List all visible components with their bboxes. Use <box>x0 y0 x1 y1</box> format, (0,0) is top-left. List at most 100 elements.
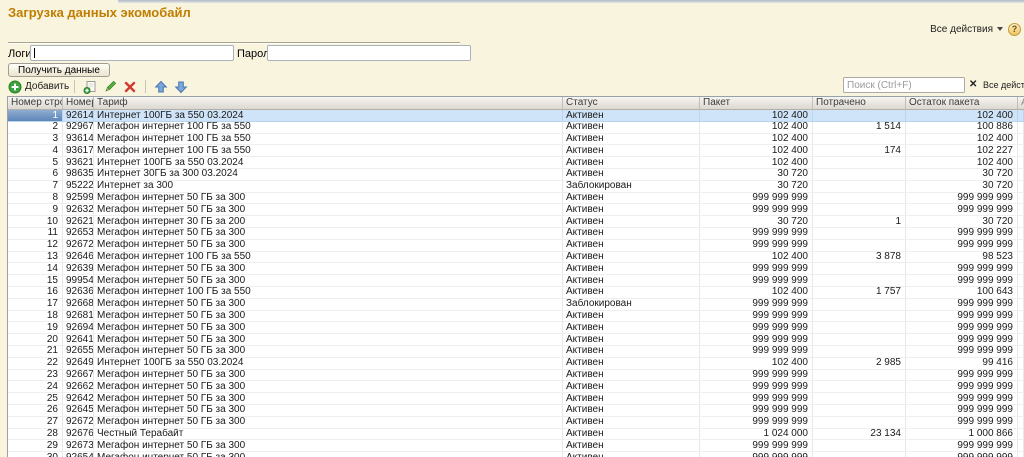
table-cell[interactable]: 999 999 999 <box>906 298 1018 310</box>
edit-pencil-icon[interactable] <box>103 80 117 94</box>
table-cell[interactable]: 999 999 999 <box>906 381 1018 393</box>
table-cell[interactable]: 102 400 <box>700 133 813 145</box>
table-cell[interactable]: Активен <box>563 110 700 121</box>
table-cell[interactable]: 30 720 <box>906 168 1018 180</box>
table-cell[interactable]: 100 886 <box>906 121 1018 133</box>
table-cell[interactable]: 10 <box>8 216 63 227</box>
table-cell[interactable]: Мегафон интернет 50 ГБ за 300 <box>94 404 563 416</box>
table-cell[interactable]: 92614.. <box>63 110 94 121</box>
table-cell[interactable]: 25 <box>8 393 63 404</box>
table-cell[interactable]: 8 <box>8 192 63 204</box>
table-cell[interactable]: 999 999 999 <box>700 239 813 251</box>
table-cell[interactable]: 30 720 <box>906 216 1018 227</box>
header-cell[interactable]: Номер строки <box>8 97 63 109</box>
table-cell[interactable]: 92653.. <box>63 227 94 239</box>
table-cell[interactable]: 999 999 999 <box>700 298 813 310</box>
table-cell[interactable]: 92654.. <box>63 452 94 457</box>
table-cell[interactable]: 999 999 999 <box>906 452 1018 457</box>
table-cell[interactable]: Активен <box>563 204 700 216</box>
table-cell[interactable]: Активен <box>563 145 700 157</box>
table-cell[interactable]: 999 999 999 <box>906 239 1018 251</box>
table-cell[interactable]: Мегафон интернет 100 ГБ за 550 <box>94 251 563 263</box>
login-input[interactable] <box>30 45 234 61</box>
table-cell[interactable]: 6 <box>8 168 63 180</box>
table-cell[interactable]: 999 999 999 <box>700 310 813 322</box>
table-cell[interactable]: 1 024 000 <box>700 428 813 440</box>
table-cell[interactable]: 21 <box>8 345 63 357</box>
table-cell[interactable] <box>813 404 906 416</box>
table-cell[interactable]: 999 999 999 <box>700 322 813 334</box>
table-cell[interactable]: 999 999 999 <box>700 204 813 216</box>
header-cell[interactable]: Номер.. <box>63 97 94 109</box>
table-row[interactable]: 2692645..Мегафон интернет 50 ГБ за 300Ак… <box>8 404 1024 417</box>
table-cell[interactable]: Мегафон интернет 100 ГБ за 550 <box>94 133 563 145</box>
table-cell[interactable]: 999 999 999 <box>906 440 1018 452</box>
table-cell[interactable]: 5 <box>8 157 63 168</box>
table-row[interactable]: 795222..Интернет за 300Заблокирован30 72… <box>8 180 1024 193</box>
table-cell[interactable]: Активен <box>563 440 700 452</box>
table-cell[interactable]: Активен <box>563 357 700 369</box>
table-all-actions-button[interactable]: Все действия <box>983 80 1024 90</box>
table-cell[interactable] <box>813 369 906 381</box>
table-cell[interactable]: Активен <box>563 168 700 180</box>
table-cell[interactable]: 999 999 999 <box>906 369 1018 381</box>
table-cell[interactable]: 1 514 <box>813 121 906 133</box>
table-cell[interactable]: Активен <box>563 334 700 345</box>
table-cell[interactable] <box>813 263 906 275</box>
table-cell[interactable]: 92681.. <box>63 310 94 322</box>
table-cell[interactable]: Активен <box>563 216 700 227</box>
table-cell[interactable]: 999 999 999 <box>700 192 813 204</box>
table-cell[interactable]: 92655.. <box>63 345 94 357</box>
copy-row-icon[interactable] <box>83 80 97 94</box>
table-row[interactable]: 1599954..Мегафон интернет 50 ГБ за 300Ак… <box>8 275 1024 287</box>
table-cell[interactable]: 999 999 999 <box>906 275 1018 286</box>
table-cell[interactable] <box>813 239 906 251</box>
table-cell[interactable]: 102 400 <box>700 286 813 298</box>
table-cell[interactable] <box>813 157 906 168</box>
table-cell[interactable]: 2 <box>8 121 63 133</box>
table-cell[interactable]: 999 999 999 <box>700 416 813 428</box>
move-down-icon[interactable] <box>174 80 188 94</box>
header-cell[interactable]: Потрачено <box>813 97 906 109</box>
table-cell[interactable] <box>813 322 906 334</box>
table-cell[interactable]: 98 523 <box>906 251 1018 263</box>
table-row[interactable]: 393614..Мегафон интернет 100 ГБ за 550Ак… <box>8 133 1024 146</box>
table-cell[interactable] <box>813 110 906 121</box>
table-row[interactable]: 1092621..Мегафон интернет 30 ГБ за 200Ак… <box>8 216 1024 228</box>
table-cell[interactable]: 999 999 999 <box>906 263 1018 275</box>
table-cell[interactable]: 92636.. <box>63 286 94 298</box>
table-cell[interactable]: 999 999 999 <box>906 192 1018 204</box>
table-cell[interactable]: Активен <box>563 227 700 239</box>
table-cell[interactable]: Мегафон интернет 50 ГБ за 300 <box>94 345 563 357</box>
table-cell[interactable]: 99954.. <box>63 275 94 286</box>
table-row[interactable]: 2192655..Мегафон интернет 50 ГБ за 300Ак… <box>8 345 1024 358</box>
table-row[interactable]: 1792668..Мегафон интернет 50 ГБ за 300За… <box>8 298 1024 311</box>
table-cell[interactable]: 11 <box>8 227 63 239</box>
table-cell[interactable]: 23 134 <box>813 428 906 440</box>
table-cell[interactable]: Мегафон интернет 50 ГБ за 300 <box>94 381 563 393</box>
table-cell[interactable]: 1 <box>8 110 63 121</box>
table-cell[interactable]: 7 <box>8 180 63 192</box>
header-cell[interactable]: Остаток пакета <box>906 97 1018 109</box>
table-cell[interactable]: 92645.. <box>63 404 94 416</box>
table-cell[interactable]: 100 643 <box>906 286 1018 298</box>
table-cell[interactable]: 1 000 866 <box>906 428 1018 440</box>
table-cell[interactable] <box>813 275 906 286</box>
table-cell[interactable]: Мегафон интернет 50 ГБ за 300 <box>94 416 563 428</box>
table-cell[interactable]: 102 400 <box>906 110 1018 121</box>
table-cell[interactable]: 102 400 <box>700 145 813 157</box>
table-cell[interactable]: 999 999 999 <box>906 322 1018 334</box>
table-cell[interactable]: 102 400 <box>700 251 813 263</box>
table-cell[interactable]: Интернет 30ГБ за 300 03.2024 <box>94 168 563 180</box>
table-cell[interactable]: Интернет 100ГБ за 550 03.2024 <box>94 110 563 121</box>
table-cell[interactable]: Активен <box>563 393 700 404</box>
table-cell[interactable]: 999 999 999 <box>906 334 1018 345</box>
table-cell[interactable]: 18 <box>8 310 63 322</box>
table-cell[interactable]: 3 <box>8 133 63 145</box>
table-row[interactable]: 1892681..Мегафон интернет 50 ГБ за 300Ак… <box>8 310 1024 323</box>
table-cell[interactable] <box>813 192 906 204</box>
table-row[interactable]: 1692636..Мегафон интернет 100 ГБ за 550А… <box>8 286 1024 299</box>
table-cell[interactable]: 23 <box>8 369 63 381</box>
table-row[interactable]: 1992694..Мегафон интернет 50 ГБ за 300Ак… <box>8 322 1024 335</box>
table-cell[interactable]: 3 878 <box>813 251 906 263</box>
